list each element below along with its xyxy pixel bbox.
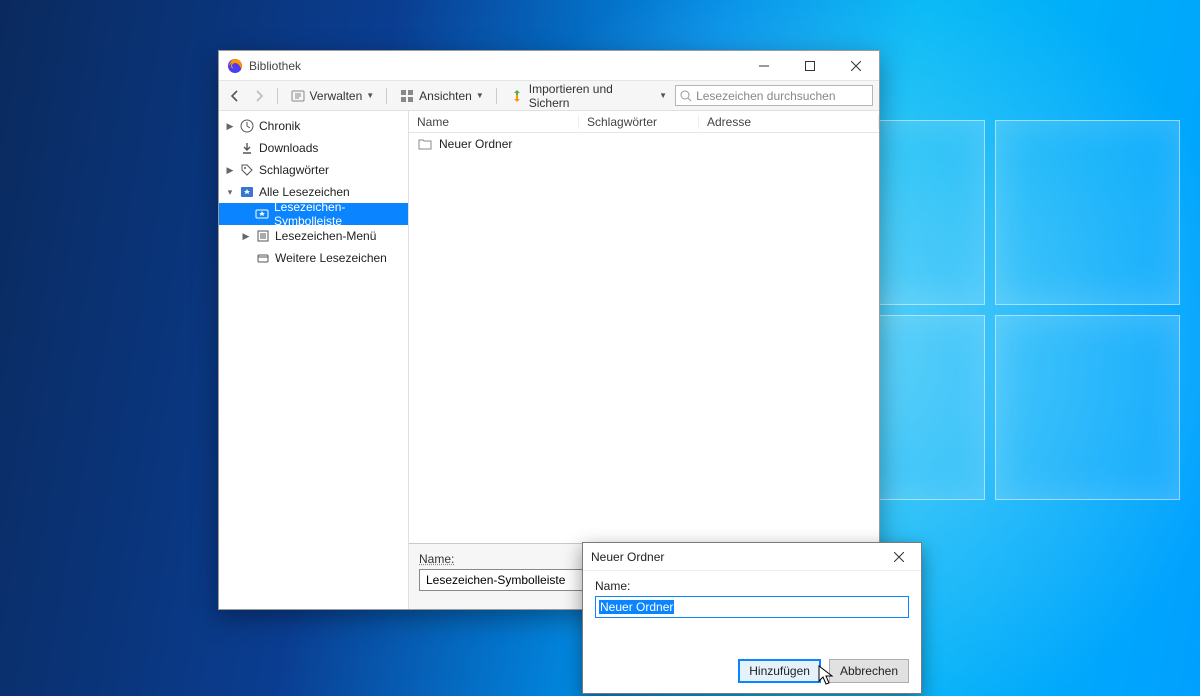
manage-icon [290,88,306,104]
search-placeholder: Lesezeichen durchsuchen [696,89,835,103]
sidebar-item-label: Lesezeichen-Menü [275,229,376,243]
sidebar-item-label: Alle Lesezeichen [259,185,350,199]
column-header-tags[interactable]: Schlagwörter [579,115,699,129]
separator [386,88,387,104]
new-folder-dialog: Neuer Ordner Name: Neuer Ordner Hinzufüg… [582,542,922,694]
views-menu[interactable]: Ansichten ▼ [395,86,488,106]
maximize-button[interactable] [787,51,833,81]
cancel-button[interactable]: Abbrechen [829,659,909,683]
separator [277,88,278,104]
dialog-close-button[interactable] [885,543,913,571]
views-icon [399,88,415,104]
clock-icon [239,118,255,134]
dialog-name-input[interactable] [595,596,909,618]
toolbar: Verwalten ▼ Ansichten ▼ Importieren und … [219,81,879,111]
dropdown-icon: ▼ [659,91,667,100]
column-headers: Name Schlagwörter Adresse [409,111,879,133]
back-button[interactable] [225,86,245,106]
sidebar-item-label: Weitere Lesezeichen [275,251,387,265]
expand-icon[interactable]: ▶ [225,121,235,132]
list-item-label: Neuer Ordner [439,137,512,151]
details-name-label: Name: [419,552,454,566]
minimize-button[interactable] [741,51,787,81]
sidebar-item-label: Lesezeichen-Symbolleiste [274,200,408,228]
import-menu[interactable]: Importieren und Sichern ▼ [505,80,671,112]
bookmark-group-icon [239,184,255,200]
search-input[interactable]: Lesezeichen durchsuchen [675,85,873,106]
sidebar-item-bookmarks-toolbar[interactable]: Lesezeichen-Symbolleiste [219,203,408,225]
bookmark-toolbar-icon [255,206,270,222]
close-button[interactable] [833,51,879,81]
manage-label: Verwalten [310,89,363,103]
library-window: Bibliothek Verwalten ▼ [218,50,880,610]
download-icon [239,140,255,156]
list-item[interactable]: Neuer Ordner [409,133,879,154]
window-title: Bibliothek [249,59,741,73]
dialog-titlebar[interactable]: Neuer Ordner [583,543,921,571]
separator [496,88,497,104]
folder-icon [417,136,433,152]
item-list[interactable]: Neuer Ordner [409,133,879,543]
bookmark-other-icon [255,250,271,266]
dialog-title: Neuer Ordner [591,550,885,564]
manage-menu[interactable]: Verwalten ▼ [286,86,379,106]
firefox-icon [227,58,243,74]
sidebar-item-downloads[interactable]: Downloads [219,137,408,159]
expand-icon[interactable]: ▶ [241,231,251,242]
import-icon [509,88,525,104]
sidebar-item-bookmarks-menu[interactable]: ▶ Lesezeichen-Menü [219,225,408,247]
bookmark-menu-icon [255,228,271,244]
import-label: Importieren und Sichern [529,82,655,110]
sidebar-item-label: Schlagwörter [259,163,329,177]
sidebar-item-tags[interactable]: ▶ Schlagwörter [219,159,408,181]
forward-button[interactable] [249,86,269,106]
search-icon [680,90,692,102]
cancel-button-label: Abbrechen [840,664,898,678]
add-button[interactable]: Hinzufügen [738,659,821,683]
dropdown-icon: ▼ [366,91,374,100]
sidebar-item-history[interactable]: ▶ Chronik [219,115,408,137]
sidebar-item-label: Downloads [259,141,318,155]
content-area: Name Schlagwörter Adresse Neuer Ordner N… [409,111,879,609]
tag-icon [239,162,255,178]
dropdown-icon: ▼ [476,91,484,100]
expand-icon[interactable]: ▶ [225,165,235,176]
sidebar-item-label: Chronik [259,119,300,133]
dialog-name-label: Name: [595,579,909,593]
sidebar-item-other-bookmarks[interactable]: Weitere Lesezeichen [219,247,408,269]
views-label: Ansichten [419,89,472,103]
column-header-address[interactable]: Adresse [699,115,879,129]
collapse-icon[interactable]: ▾ [225,187,235,198]
titlebar[interactable]: Bibliothek [219,51,879,81]
column-header-name[interactable]: Name [409,115,579,129]
add-button-label: Hinzufügen [749,664,810,678]
sidebar: ▶ Chronik Downloads ▶ Schlagwörter [219,111,409,609]
